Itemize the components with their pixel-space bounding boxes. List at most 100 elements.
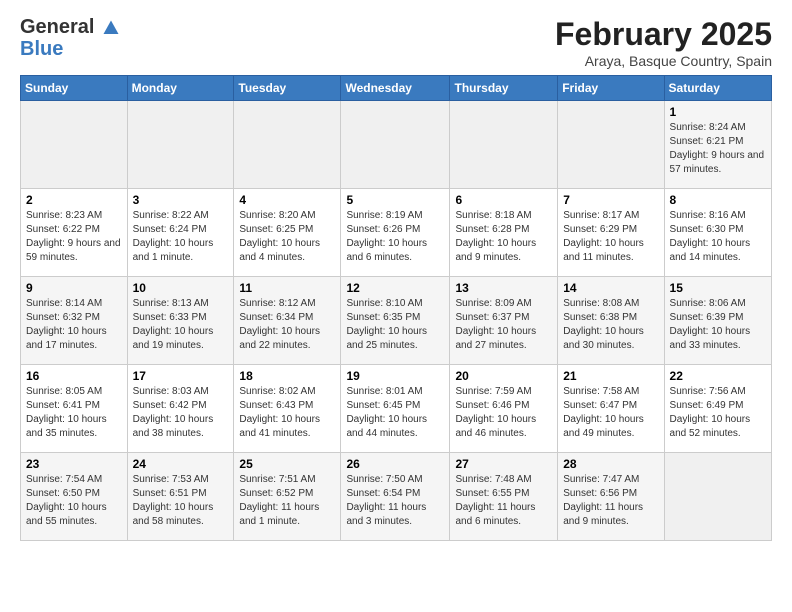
calendar: SundayMondayTuesdayWednesdayThursdayFrid… <box>20 75 772 541</box>
day-cell: 28 Sunrise: 7:47 AM Sunset: 6:56 PM Dayli… <box>558 453 664 541</box>
day-number: 13 <box>455 281 552 295</box>
day-info: Sunrise: 7:56 AM Sunset: 6:49 PM Dayligh… <box>670 385 766 441</box>
day-cell: 2 Sunrise: 8:23 AM Sunset: 6:22 PM Daylig… <box>21 189 128 277</box>
day-cell <box>664 453 771 541</box>
day-cell: 20Sunrise: 7:59 AM Sunset: 6:46 PM Dayli… <box>450 365 558 453</box>
day-cell: 26 Sunrise: 7:50 AM Sunset: 6:54 PM Dayli… <box>341 453 450 541</box>
day-number: 12 <box>346 281 444 295</box>
day-cell: 5 Sunrise: 8:19 AM Sunset: 6:26 PM Daylig… <box>341 189 450 277</box>
day-info: Sunrise: 8:12 AM Sunset: 6:34 PM Dayligh… <box>239 297 335 353</box>
day-cell: 9 Sunrise: 8:14 AM Sunset: 6:32 PM Daylig… <box>21 277 128 365</box>
day-number: 8 <box>670 193 766 207</box>
day-info: Sunrise: 7:47 AM Sunset: 6:56 PM Dayligh… <box>563 473 658 529</box>
page: General Blue February 2025 Araya, Basque… <box>0 0 792 557</box>
day-info: Sunrise: 8:09 AM Sunset: 6:37 PM Dayligh… <box>455 297 552 353</box>
day-info: Sunrise: 8:17 AM Sunset: 6:29 PM Dayligh… <box>563 209 658 265</box>
day-cell: 21 Sunrise: 7:58 AM Sunset: 6:47 PM Dayli… <box>558 365 664 453</box>
header: General Blue February 2025 Araya, Basque… <box>20 16 772 69</box>
day-info: Sunrise: 8:02 AM Sunset: 6:43 PM Dayligh… <box>239 385 335 441</box>
day-number: 9 <box>26 281 122 295</box>
day-cell: 7 Sunrise: 8:17 AM Sunset: 6:29 PM Daylig… <box>558 189 664 277</box>
day-cell: 3Sunrise: 8:22 AM Sunset: 6:24 PM Daylig… <box>127 189 234 277</box>
week-row-2: 2 Sunrise: 8:23 AM Sunset: 6:22 PM Daylig… <box>21 189 772 277</box>
day-cell <box>21 101 128 189</box>
day-cell: 12 Sunrise: 8:10 AM Sunset: 6:35 PM Dayli… <box>341 277 450 365</box>
day-info: Sunrise: 8:03 AM Sunset: 6:42 PM Dayligh… <box>133 385 229 441</box>
day-info: Sunrise: 8:19 AM Sunset: 6:26 PM Dayligh… <box>346 209 444 265</box>
day-cell: 8 Sunrise: 8:16 AM Sunset: 6:30 PM Daylig… <box>664 189 771 277</box>
day-info: Sunrise: 7:53 AM Sunset: 6:51 PM Dayligh… <box>133 473 229 529</box>
logo-blue: Blue <box>20 38 63 60</box>
day-number: 19 <box>346 369 444 383</box>
week-row-1: 1 Sunrise: 8:24 AM Sunset: 6:21 PM Daylig… <box>21 101 772 189</box>
day-cell: 1 Sunrise: 8:24 AM Sunset: 6:21 PM Daylig… <box>664 101 771 189</box>
logo: General Blue <box>20 16 120 60</box>
day-number: 17 <box>133 369 229 383</box>
title-block: February 2025 Araya, Basque Country, Spa… <box>555 16 772 69</box>
week-row-5: 23Sunrise: 7:54 AM Sunset: 6:50 PM Dayli… <box>21 453 772 541</box>
day-info: Sunrise: 8:01 AM Sunset: 6:45 PM Dayligh… <box>346 385 444 441</box>
week-row-4: 16 Sunrise: 8:05 AM Sunset: 6:41 PM Dayli… <box>21 365 772 453</box>
day-number: 4 <box>239 193 335 207</box>
day-cell: 15 Sunrise: 8:06 AM Sunset: 6:39 PM Dayli… <box>664 277 771 365</box>
day-number: 25 <box>239 457 335 471</box>
day-number: 26 <box>346 457 444 471</box>
day-number: 6 <box>455 193 552 207</box>
weekday-sunday: Sunday <box>21 76 128 101</box>
week-row-3: 9 Sunrise: 8:14 AM Sunset: 6:32 PM Daylig… <box>21 277 772 365</box>
day-number: 15 <box>670 281 766 295</box>
day-info: Sunrise: 7:48 AM Sunset: 6:55 PM Dayligh… <box>455 473 552 529</box>
day-cell <box>450 101 558 189</box>
day-number: 20 <box>455 369 552 383</box>
day-info: Sunrise: 8:08 AM Sunset: 6:38 PM Dayligh… <box>563 297 658 353</box>
day-info: Sunrise: 7:50 AM Sunset: 6:54 PM Dayligh… <box>346 473 444 529</box>
weekday-tuesday: Tuesday <box>234 76 341 101</box>
day-info: Sunrise: 8:24 AM Sunset: 6:21 PM Dayligh… <box>670 121 766 177</box>
day-cell <box>127 101 234 189</box>
day-number: 1 <box>670 105 766 119</box>
day-cell: 23Sunrise: 7:54 AM Sunset: 6:50 PM Dayli… <box>21 453 128 541</box>
day-info: Sunrise: 8:23 AM Sunset: 6:22 PM Dayligh… <box>26 209 122 265</box>
day-cell: 22Sunrise: 7:56 AM Sunset: 6:49 PM Dayli… <box>664 365 771 453</box>
day-cell: 19 Sunrise: 8:01 AM Sunset: 6:45 PM Dayli… <box>341 365 450 453</box>
logo-general: General <box>20 16 120 38</box>
day-number: 3 <box>133 193 229 207</box>
day-info: Sunrise: 8:10 AM Sunset: 6:35 PM Dayligh… <box>346 297 444 353</box>
day-cell: 24 Sunrise: 7:53 AM Sunset: 6:51 PM Dayli… <box>127 453 234 541</box>
day-number: 24 <box>133 457 229 471</box>
weekday-saturday: Saturday <box>664 76 771 101</box>
day-number: 16 <box>26 369 122 383</box>
day-number: 2 <box>26 193 122 207</box>
day-info: Sunrise: 8:14 AM Sunset: 6:32 PM Dayligh… <box>26 297 122 353</box>
day-cell: 25Sunrise: 7:51 AM Sunset: 6:52 PM Dayli… <box>234 453 341 541</box>
day-number: 18 <box>239 369 335 383</box>
day-number: 27 <box>455 457 552 471</box>
day-cell: 16 Sunrise: 8:05 AM Sunset: 6:41 PM Dayli… <box>21 365 128 453</box>
weekday-header-row: SundayMondayTuesdayWednesdayThursdayFrid… <box>21 76 772 101</box>
day-info: Sunrise: 7:58 AM Sunset: 6:47 PM Dayligh… <box>563 385 658 441</box>
day-number: 14 <box>563 281 658 295</box>
weekday-thursday: Thursday <box>450 76 558 101</box>
day-cell: 27 Sunrise: 7:48 AM Sunset: 6:55 PM Dayli… <box>450 453 558 541</box>
day-cell: 14 Sunrise: 8:08 AM Sunset: 6:38 PM Dayli… <box>558 277 664 365</box>
day-info: Sunrise: 8:06 AM Sunset: 6:39 PM Dayligh… <box>670 297 766 353</box>
day-cell: 6 Sunrise: 8:18 AM Sunset: 6:28 PM Daylig… <box>450 189 558 277</box>
day-info: Sunrise: 8:05 AM Sunset: 6:41 PM Dayligh… <box>26 385 122 441</box>
day-cell: 4 Sunrise: 8:20 AM Sunset: 6:25 PM Daylig… <box>234 189 341 277</box>
day-number: 21 <box>563 369 658 383</box>
day-number: 10 <box>133 281 229 295</box>
day-number: 28 <box>563 457 658 471</box>
weekday-friday: Friday <box>558 76 664 101</box>
day-cell <box>234 101 341 189</box>
day-info: Sunrise: 8:13 AM Sunset: 6:33 PM Dayligh… <box>133 297 229 353</box>
day-cell: 18 Sunrise: 8:02 AM Sunset: 6:43 PM Dayli… <box>234 365 341 453</box>
location-title: Araya, Basque Country, Spain <box>555 53 772 69</box>
day-number: 5 <box>346 193 444 207</box>
day-number: 11 <box>239 281 335 295</box>
day-number: 7 <box>563 193 658 207</box>
day-info: Sunrise: 8:20 AM Sunset: 6:25 PM Dayligh… <box>239 209 335 265</box>
day-info: Sunrise: 8:18 AM Sunset: 6:28 PM Dayligh… <box>455 209 552 265</box>
day-info: Sunrise: 8:16 AM Sunset: 6:30 PM Dayligh… <box>670 209 766 265</box>
day-cell <box>558 101 664 189</box>
day-cell: 11 Sunrise: 8:12 AM Sunset: 6:34 PM Dayli… <box>234 277 341 365</box>
